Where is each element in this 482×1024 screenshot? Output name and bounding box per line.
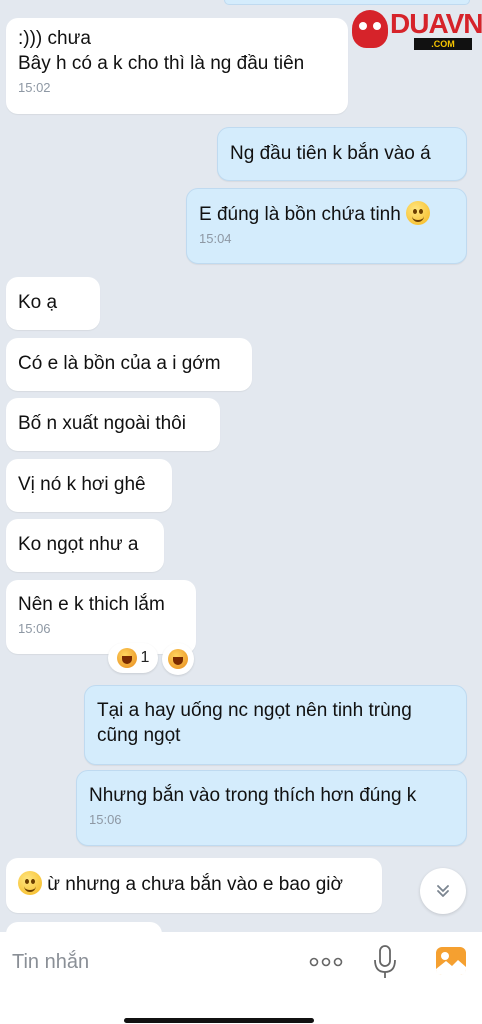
- message-time: 15:02: [18, 80, 51, 95]
- laughing-face-icon: [116, 648, 137, 668]
- message-bubble-incoming[interactable]: Nên e k thich lắm 15:06: [6, 580, 196, 654]
- message-bubble-incoming[interactable]: Ko ngọt như a: [6, 519, 164, 572]
- message-line: Bố n xuất ngoài thôi: [18, 413, 186, 434]
- message-input[interactable]: Tin nhắn: [12, 948, 292, 976]
- message-line: Có e là bồn của a i gớm: [18, 353, 221, 374]
- message-bubble-outgoing[interactable]: Tại a hay uống nc ngọt nên tinh trùng cũ…: [84, 685, 467, 765]
- message-composer: Tin nhắn: [0, 932, 482, 1024]
- microphone-icon[interactable]: [372, 944, 398, 980]
- message-line: Nên e k thich lắm: [18, 594, 165, 615]
- message-bubble-incoming[interactable]: Có e là bồn của a i gớm: [6, 338, 252, 391]
- message-line: Ko ngọt như a: [18, 534, 139, 555]
- message-bubble-outgoing[interactable]: Nhưng bắn vào trong thích hơn đúng k 15:…: [76, 770, 467, 846]
- message-line: ừ nhưng a chưa bắn vào e bao giờ: [47, 874, 343, 895]
- laughing-face-icon: [168, 649, 188, 669]
- message-bubble-outgoing[interactable]: Ng đầu tiên k bắn vào á: [217, 127, 467, 181]
- message-line: :))) chưa: [18, 28, 91, 49]
- add-reaction-button[interactable]: [162, 643, 194, 675]
- logo-brand-text: DUAVN: [390, 8, 482, 39]
- message-line: E đúng là bồn chứa tinh: [199, 204, 401, 225]
- reaction-count-pill[interactable]: 1: [108, 643, 158, 673]
- message-bubble-incoming[interactable]: Vị nó k hơi ghê: [6, 459, 172, 512]
- duavn-logo: DUAVN .COM: [352, 8, 482, 50]
- message-time: 15:06: [89, 812, 122, 827]
- reaction-count: 1: [140, 649, 150, 666]
- message-line: Bây h có a k cho thì là ng đầu tiên: [18, 53, 305, 74]
- smiling-face-icon: [406, 201, 431, 225]
- logo-domain-text: .COM: [414, 38, 472, 50]
- message-time: 15:06: [18, 621, 51, 636]
- message-bubble-incoming[interactable]: ừ nhưng a chưa bắn vào e bao giờ: [6, 858, 382, 913]
- message-line: Nhưng bắn vào trong thích hơn đúng k: [89, 785, 417, 806]
- message-time: 15:04: [199, 231, 232, 246]
- message-line: cũng ngọt: [97, 725, 181, 746]
- mascot-icon: [352, 10, 388, 48]
- message-bubble-incoming[interactable]: Ko ạ: [6, 277, 100, 330]
- message-line: Ko ạ: [18, 292, 58, 313]
- message-line: Vị nó k hơi ghê: [18, 474, 146, 495]
- message-bubble-incoming[interactable]: :))) chưa Bây h có a k cho thì là ng đầu…: [6, 18, 348, 114]
- message-line: Tại a hay uống nc ngọt nên tinh trùng: [97, 700, 412, 721]
- scroll-to-bottom-button[interactable]: [420, 868, 466, 914]
- home-indicator: [124, 1018, 314, 1023]
- message-bubble-outgoing[interactable]: E đúng là bồn chứa tinh 15:04: [186, 188, 467, 264]
- smiling-face-icon: [18, 871, 42, 895]
- double-chevron-down-icon: [437, 885, 449, 897]
- message-bubble-incoming[interactable]: Bố n xuất ngoài thôi: [6, 398, 220, 451]
- message-line: Ng đầu tiên k bắn vào á: [230, 143, 431, 164]
- partial-message-top: [224, 0, 470, 5]
- more-options-icon[interactable]: [308, 948, 344, 976]
- image-icon[interactable]: [434, 945, 468, 977]
